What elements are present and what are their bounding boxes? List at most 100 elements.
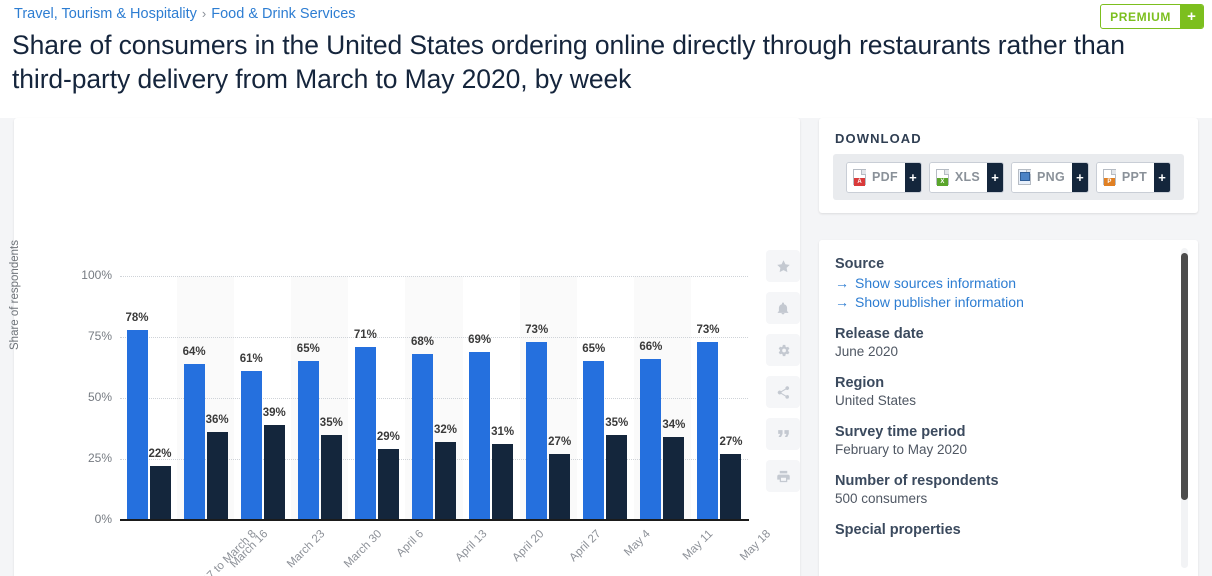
download-button-plus-icon[interactable]: + xyxy=(1154,162,1171,192)
download-title: DOWNLOAD xyxy=(835,131,922,146)
x-axis-tick-label: April 13 xyxy=(453,528,490,565)
download-button-plus-icon[interactable]: + xyxy=(1072,162,1088,192)
chart-bar[interactable] xyxy=(320,434,342,520)
source-link[interactable]: → Show publisher information xyxy=(835,294,1165,310)
chart-bar[interactable] xyxy=(206,432,228,520)
source-link-label: Show sources information xyxy=(855,275,1017,291)
chart-card: Share of respondents Week beginning Rest… xyxy=(9,118,800,576)
chart-bar-value-label: 71% xyxy=(353,328,377,341)
download-button-main[interactable]: X XLS xyxy=(929,162,988,192)
download-button-plus-icon[interactable]: + xyxy=(987,162,1003,192)
download-button-main[interactable]: PNG xyxy=(1012,162,1072,192)
chart-bar-value-label: 64% xyxy=(182,345,206,358)
chart-bar[interactable] xyxy=(377,449,399,520)
chart-bar[interactable] xyxy=(663,437,685,520)
chart-bar-value-label: 31% xyxy=(491,426,515,439)
download-button-label: PDF xyxy=(872,170,898,184)
x-axis-tick-label: March 30 xyxy=(341,528,385,571)
source-heading: Source xyxy=(835,256,885,272)
chart-bar[interactable] xyxy=(240,371,262,520)
chart-bar[interactable] xyxy=(492,444,514,520)
premium-badge[interactable]: PREMIUM + xyxy=(1100,4,1204,29)
chart-bar[interactable] xyxy=(297,361,319,520)
source-link[interactable]: → Show sources information xyxy=(835,275,1165,291)
ppt-file-icon: P xyxy=(1102,168,1117,186)
source-link-label: Show publisher information xyxy=(855,294,1024,310)
download-ppt-button[interactable]: P PPT + xyxy=(1095,161,1172,193)
chart-bar-value-label: 73% xyxy=(525,323,549,336)
download-png-button[interactable]: PNG + xyxy=(1011,161,1089,193)
arrow-right-icon: → xyxy=(835,275,849,291)
chart-bar-value-label: 22% xyxy=(148,448,172,461)
favorite-icon[interactable] xyxy=(766,250,800,282)
download-card: DOWNLOAD A PDF + X XLS + PNG + P PPT + xyxy=(819,118,1198,213)
chart-gridline xyxy=(120,276,748,277)
breadcrumb-separator: › xyxy=(201,6,207,21)
chart-bar-value-label: 32% xyxy=(433,423,458,436)
xls-file-icon: X xyxy=(935,168,950,186)
meta-field-label: Special properties xyxy=(835,522,961,538)
print-icon[interactable] xyxy=(766,460,800,492)
x-axis-tick-label: March 23 xyxy=(284,528,328,571)
chart-bar-value-label: 35% xyxy=(319,416,343,429)
x-axis-tick-label: May 4 xyxy=(622,528,654,559)
chart-bar[interactable] xyxy=(435,441,456,520)
x-axis-tick-label: April 27 xyxy=(567,528,604,565)
chart-bar-value-label: 61% xyxy=(239,353,263,366)
download-xls-button[interactable]: X XLS + xyxy=(928,161,1004,193)
chart-bar-value-label: 65% xyxy=(296,343,320,356)
y-axis-tick-label: 0% xyxy=(94,512,112,526)
meta-field-label: Release date xyxy=(835,326,924,342)
chart-bar-value-label: 29% xyxy=(376,431,400,444)
chart-bar[interactable] xyxy=(126,329,148,520)
share-icon[interactable] xyxy=(766,376,800,408)
chart-bar-value-label: 27% xyxy=(548,436,572,449)
breadcrumb-item-subcategory[interactable]: Food & Drink Services xyxy=(211,6,355,22)
chart-tool-rail xyxy=(766,250,800,492)
sidebar-scrollbar-thumb[interactable] xyxy=(1181,253,1188,500)
y-axis-tick-label: 75% xyxy=(87,329,112,343)
chart-bar[interactable] xyxy=(263,424,285,520)
chart-plot-area xyxy=(120,276,748,521)
chart-bar[interactable] xyxy=(549,454,571,520)
meta-field-value: 500 consumers xyxy=(835,491,928,506)
chart-bar[interactable] xyxy=(412,354,433,520)
chart-bar[interactable] xyxy=(697,341,719,520)
notification-icon[interactable] xyxy=(766,292,800,324)
chart-bar[interactable] xyxy=(720,454,742,520)
y-axis-tick-label: 25% xyxy=(87,451,112,465)
page-header: Travel, Tourism & Hospitality › Food & Dri… xyxy=(0,0,1212,118)
chart-bar[interactable] xyxy=(183,363,205,520)
download-button-label: XLS xyxy=(954,170,981,184)
meta-field-label: Number of respondents xyxy=(835,473,999,489)
download-button-label: PNG xyxy=(1037,170,1065,184)
chart-bar-value-label: 27% xyxy=(719,436,743,449)
download-button-main[interactable]: A PDF xyxy=(847,162,905,192)
chart-bar-value-label: 78% xyxy=(125,311,149,324)
breadcrumb-item-category[interactable]: Travel, Tourism & Hospitality xyxy=(14,6,197,22)
meta-field-value: February to May 2020 xyxy=(835,442,968,457)
chart-bar[interactable] xyxy=(640,358,662,520)
download-button-main[interactable]: P PPT xyxy=(1096,162,1155,192)
chart-bar-value-label: 35% xyxy=(605,416,629,429)
download-pdf-button[interactable]: A PDF + xyxy=(846,161,922,193)
download-button-plus-icon[interactable]: + xyxy=(904,162,921,192)
settings-icon[interactable] xyxy=(766,334,800,366)
breadcrumb: Travel, Tourism & Hospitality › Food & Dri… xyxy=(14,6,356,22)
chart-bar[interactable] xyxy=(149,466,171,520)
source-content: Source → Show sources information → Show pub… xyxy=(835,256,1165,538)
premium-badge-plus-icon: + xyxy=(1180,5,1203,28)
chart-bar-value-label: 68% xyxy=(410,336,435,349)
meta-field-value: United States xyxy=(835,393,917,408)
chart-bar[interactable] xyxy=(526,341,548,520)
arrow-right-icon: → xyxy=(835,294,849,310)
page-title: Share of consumers in the United States … xyxy=(12,30,1125,94)
chart-bar[interactable] xyxy=(583,361,605,520)
chart-bar-value-label: 66% xyxy=(639,340,663,353)
source-card: Source → Show sources information → Show pub… xyxy=(819,240,1198,576)
meta-field-label: Region xyxy=(835,375,885,391)
citation-icon[interactable] xyxy=(766,418,800,450)
y-axis-tick-label: 50% xyxy=(87,390,112,404)
chart-bar[interactable] xyxy=(606,434,628,520)
meta-field-value: June 2020 xyxy=(835,344,899,359)
